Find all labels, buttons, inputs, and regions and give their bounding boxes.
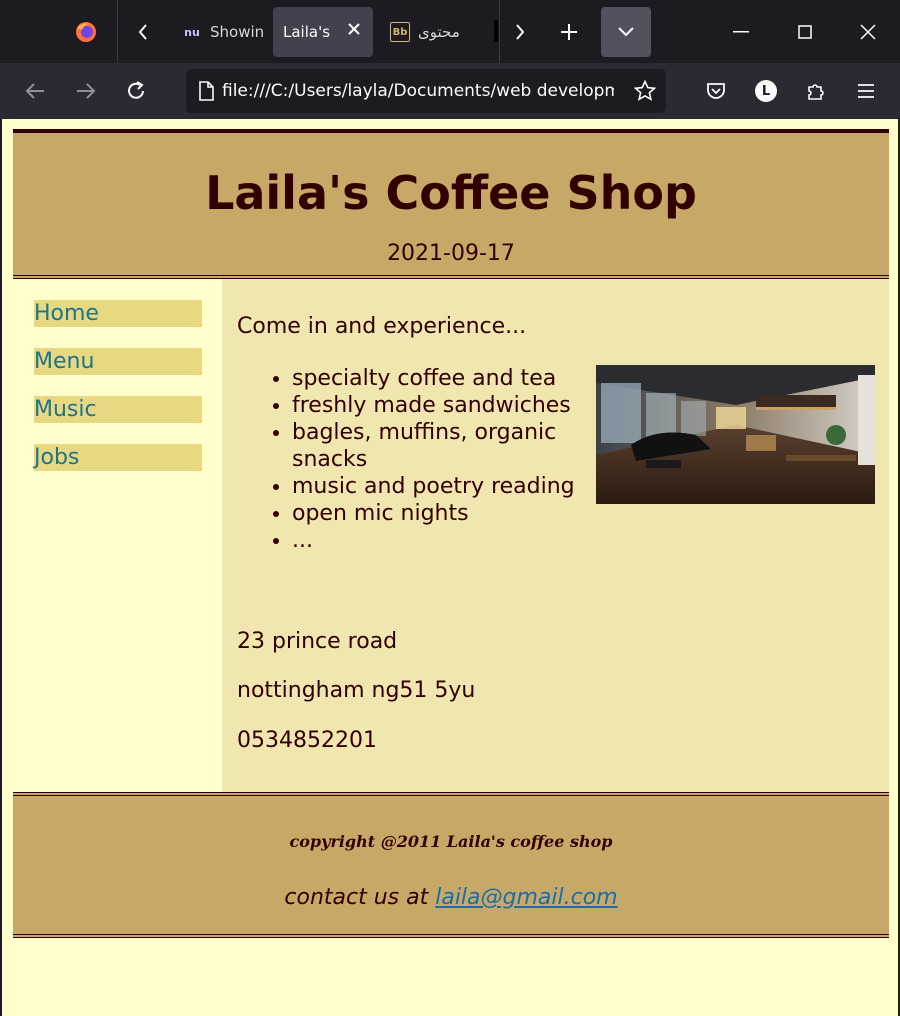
blackboard-favicon-icon: Bb bbox=[390, 22, 410, 42]
main-area: Home Menu Music Jobs Come in and experie… bbox=[13, 279, 889, 792]
tab-content[interactable]: Bb محتوى bbox=[380, 7, 490, 57]
phone-number: 0534852201 bbox=[237, 728, 377, 753]
scroll-tabs-left-icon[interactable] bbox=[128, 16, 158, 48]
contact-line: contact us at laila@gmail.com bbox=[13, 885, 889, 910]
firefox-logo-icon[interactable] bbox=[70, 16, 102, 48]
list-item: ... bbox=[292, 527, 592, 554]
tab-showing[interactable]: nu Showin bbox=[172, 7, 268, 57]
header-date: 2021-09-17 bbox=[387, 241, 515, 266]
close-tab-icon[interactable] bbox=[347, 22, 361, 40]
nu-favicon-icon: nu bbox=[184, 25, 200, 39]
extensions-puzzle-icon[interactable] bbox=[800, 75, 832, 107]
site-footer: copyright @2011 Laila's coffee shop cont… bbox=[13, 792, 889, 938]
forward-icon[interactable] bbox=[69, 75, 103, 107]
copyright-text: copyright @2011 Laila's coffee shop bbox=[289, 832, 613, 851]
reload-icon[interactable] bbox=[119, 75, 153, 107]
pocket-icon[interactable] bbox=[700, 75, 732, 107]
new-tab-icon[interactable] bbox=[553, 16, 585, 48]
list-item: music and poetry reading bbox=[292, 473, 592, 500]
tab-lailas-coffee[interactable]: Laila's C bbox=[273, 7, 373, 57]
close-window-icon[interactable] bbox=[848, 16, 888, 48]
contact-prefix: contact us at bbox=[284, 885, 436, 910]
tab-label: محتوى bbox=[418, 23, 460, 41]
browser-toolbar: file:///C:/Users/layla/Documents/web dev… bbox=[0, 63, 900, 119]
back-icon[interactable] bbox=[18, 75, 52, 107]
account-initial: L bbox=[755, 80, 777, 102]
maximize-window-icon[interactable] bbox=[785, 16, 825, 48]
tab-label: Laila's C bbox=[283, 23, 335, 41]
coffee-shop-interior-photo bbox=[596, 365, 875, 504]
contact-email-link[interactable]: laila@gmail.com bbox=[435, 885, 617, 910]
tab-label: Showin bbox=[210, 23, 265, 41]
page-file-icon bbox=[198, 81, 214, 101]
site-title: Laila's Coffee Shop bbox=[205, 166, 697, 220]
account-avatar-icon[interactable]: L bbox=[750, 75, 782, 107]
list-item: freshly made sandwiches bbox=[292, 392, 592, 419]
nav-link-menu[interactable]: Menu bbox=[34, 348, 202, 375]
bookmark-star-icon[interactable] bbox=[633, 79, 657, 106]
intro-text: Come in and experience... bbox=[237, 314, 527, 339]
list-item: open mic nights bbox=[292, 500, 592, 527]
list-item: bagles, muffins, organic snacks bbox=[292, 419, 592, 473]
nav-link-jobs[interactable]: Jobs bbox=[34, 444, 202, 471]
scroll-tabs-right-icon[interactable] bbox=[505, 16, 535, 48]
main-content: Come in and experience... specialty coff… bbox=[222, 279, 889, 792]
nav-link-home[interactable]: Home bbox=[34, 300, 202, 327]
app-menu-hamburger-icon[interactable] bbox=[850, 75, 882, 107]
url-text[interactable]: file:///C:/Users/layla/Documents/web dev… bbox=[222, 81, 614, 101]
site-wrapper: Laila's Coffee Shop 2021-09-17 Home Menu… bbox=[13, 129, 889, 938]
site-header: Laila's Coffee Shop 2021-09-17 bbox=[13, 129, 889, 279]
list-item: specialty coffee and tea bbox=[292, 365, 592, 392]
browser-tab-bar: nu Showin Laila's C Bb محتوى bbox=[0, 0, 900, 63]
features-list: specialty coffee and tea freshly made sa… bbox=[292, 365, 592, 554]
minimize-window-icon[interactable] bbox=[721, 16, 761, 48]
side-navigation: Home Menu Music Jobs bbox=[13, 279, 222, 792]
address-line-2: nottingham ng51 5yu bbox=[237, 678, 476, 703]
list-all-tabs-icon[interactable] bbox=[601, 7, 651, 57]
nav-link-music[interactable]: Music bbox=[34, 396, 202, 423]
web-page: Laila's Coffee Shop 2021-09-17 Home Menu… bbox=[2, 119, 898, 1016]
address-line-1: 23 prince road bbox=[237, 629, 398, 654]
address-bar[interactable]: file:///C:/Users/layla/Documents/web dev… bbox=[186, 69, 666, 113]
